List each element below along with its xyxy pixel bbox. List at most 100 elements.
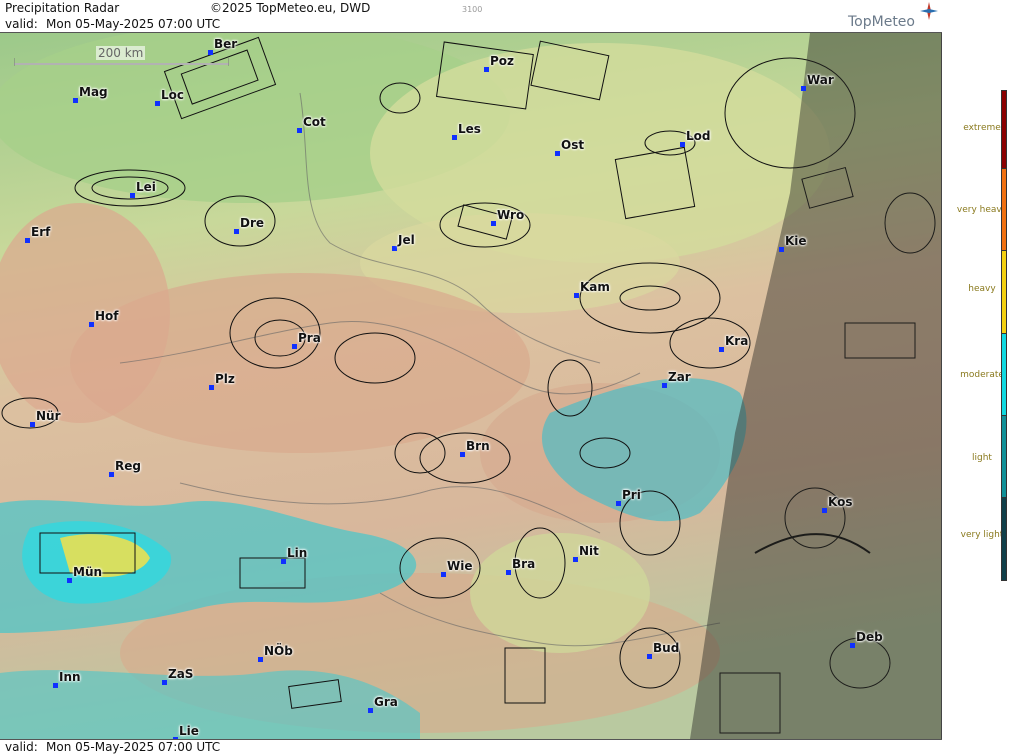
city-marker-icon: [647, 654, 652, 659]
city-marker-icon: [292, 344, 297, 349]
legend-label: moderate: [960, 370, 1004, 380]
city-marker-icon: [555, 151, 560, 156]
topmeteo-logo: TopMeteo: [848, 14, 915, 30]
city-label: Wie: [447, 559, 473, 573]
header-bar: Precipitation Radar ©2025 TopMeteo.eu, D…: [0, 0, 942, 33]
city-marker-icon: [258, 657, 263, 662]
city-marker-icon: [67, 578, 72, 583]
city-label: Mün: [73, 565, 103, 579]
city-marker-icon: [392, 246, 397, 251]
city-marker-icon: [460, 452, 465, 457]
city-marker-icon: [441, 572, 446, 577]
city-marker-icon: [779, 247, 784, 252]
city-label: Kam: [580, 280, 610, 294]
legend-label: very light: [960, 530, 1004, 540]
legend-color-swatch: [1001, 415, 1007, 499]
city-label: Cot: [303, 115, 326, 129]
city-label: Zar: [668, 370, 691, 384]
city-label: Mag: [79, 85, 108, 99]
city-marker-icon: [297, 128, 302, 133]
city-marker-icon: [155, 101, 160, 106]
city-marker-icon: [574, 293, 579, 298]
footer-valid-label: valid:: [5, 740, 38, 754]
city-label: Dre: [240, 216, 265, 230]
footer-valid-time: Mon 05-May-2025 07:00 UTC: [46, 740, 221, 754]
city-label: Poz: [490, 54, 515, 68]
city-marker-icon: [452, 135, 457, 140]
legend-label: very heavy: [956, 205, 1008, 215]
city-label: Kie: [785, 234, 807, 248]
city-marker-icon: [616, 501, 621, 506]
city-marker-icon: [801, 86, 806, 91]
city-marker-icon: [30, 422, 35, 427]
city-label: War: [807, 73, 834, 87]
city-marker-icon: [53, 683, 58, 688]
valid-label: valid:: [5, 17, 38, 31]
city-label: Ber: [214, 37, 238, 51]
legend-label: heavy: [968, 284, 996, 294]
city-marker-icon: [850, 643, 855, 648]
city-marker-icon: [484, 67, 489, 72]
map-frame: Precipitation Radar ©2025 TopMeteo.eu, D…: [0, 0, 942, 754]
precipitation-legend: extreme very heavy heavy moderate light very …: [942, 0, 1033, 754]
map-background: [0, 33, 941, 739]
city-marker-icon: [822, 508, 827, 513]
compass-logo-icon: [920, 2, 938, 20]
city-label: Lod: [686, 129, 711, 143]
city-label: Erf: [31, 225, 51, 239]
city-label: Hof: [95, 309, 119, 323]
city-marker-icon: [234, 229, 239, 234]
city-label: Bra: [512, 557, 536, 571]
city-marker-icon: [662, 383, 667, 388]
map-code: 3100: [462, 5, 483, 14]
city-label: Ost: [561, 138, 585, 152]
city-marker-icon: [680, 142, 685, 147]
city-label: Pri: [622, 488, 641, 502]
city-marker-icon: [281, 559, 286, 564]
city-label: Nit: [579, 544, 599, 558]
city-label: Kos: [828, 495, 853, 509]
city-marker-icon: [89, 322, 94, 327]
city-marker-icon: [109, 472, 114, 477]
city-marker-icon: [73, 98, 78, 103]
map-title: Precipitation Radar: [5, 1, 120, 15]
city-label: ZaS: [168, 667, 194, 681]
city-marker-icon: [506, 570, 511, 575]
city-label: Bud: [653, 641, 680, 655]
city-label: Pra: [298, 331, 321, 345]
legend-label: light: [972, 453, 992, 463]
city-marker-icon: [162, 680, 167, 685]
footer-bar: valid: Mon 05-May-2025 07:00 UTC: [0, 739, 942, 754]
valid-time: Mon 05-May-2025 07:00 UTC: [46, 17, 221, 31]
city-marker-icon: [25, 238, 30, 243]
city-label: Nür: [36, 409, 61, 423]
scale-label: 200 km: [96, 46, 146, 60]
city-label: Les: [458, 122, 481, 136]
legend-color-swatch: [1001, 168, 1007, 252]
legend-color-swatch: [1001, 497, 1007, 581]
legend-color-swatch: [1001, 333, 1007, 417]
city-marker-icon: [209, 385, 214, 390]
city-label: NÖb: [264, 644, 293, 658]
city-label: Jel: [398, 233, 415, 247]
city-label: Kra: [725, 334, 749, 348]
city-label: Brn: [466, 439, 490, 453]
city-marker-icon: [368, 708, 373, 713]
legend-color-swatch: [1001, 90, 1007, 170]
city-label: Loc: [161, 88, 185, 102]
city-label: Lei: [136, 180, 156, 194]
legend-label: extreme: [963, 123, 1001, 133]
city-label: Deb: [856, 630, 883, 644]
copyright-text: ©2025 TopMeteo.eu, DWD: [210, 1, 371, 15]
radar-map[interactable]: 200 km Ber Poz War Mag Loc Cot Les Ost Lod Lei Dre…: [0, 33, 941, 739]
city-label: Reg: [115, 459, 141, 473]
city-marker-icon: [573, 557, 578, 562]
city-label: Lie: [179, 724, 199, 738]
city-label: Plz: [215, 372, 235, 386]
city-marker-icon: [208, 50, 213, 55]
legend-color-swatch: [1001, 250, 1007, 335]
city-marker-icon: [491, 221, 496, 226]
city-marker-icon: [130, 193, 135, 198]
city-label: Lin: [287, 546, 308, 560]
city-marker-icon: [719, 347, 724, 352]
